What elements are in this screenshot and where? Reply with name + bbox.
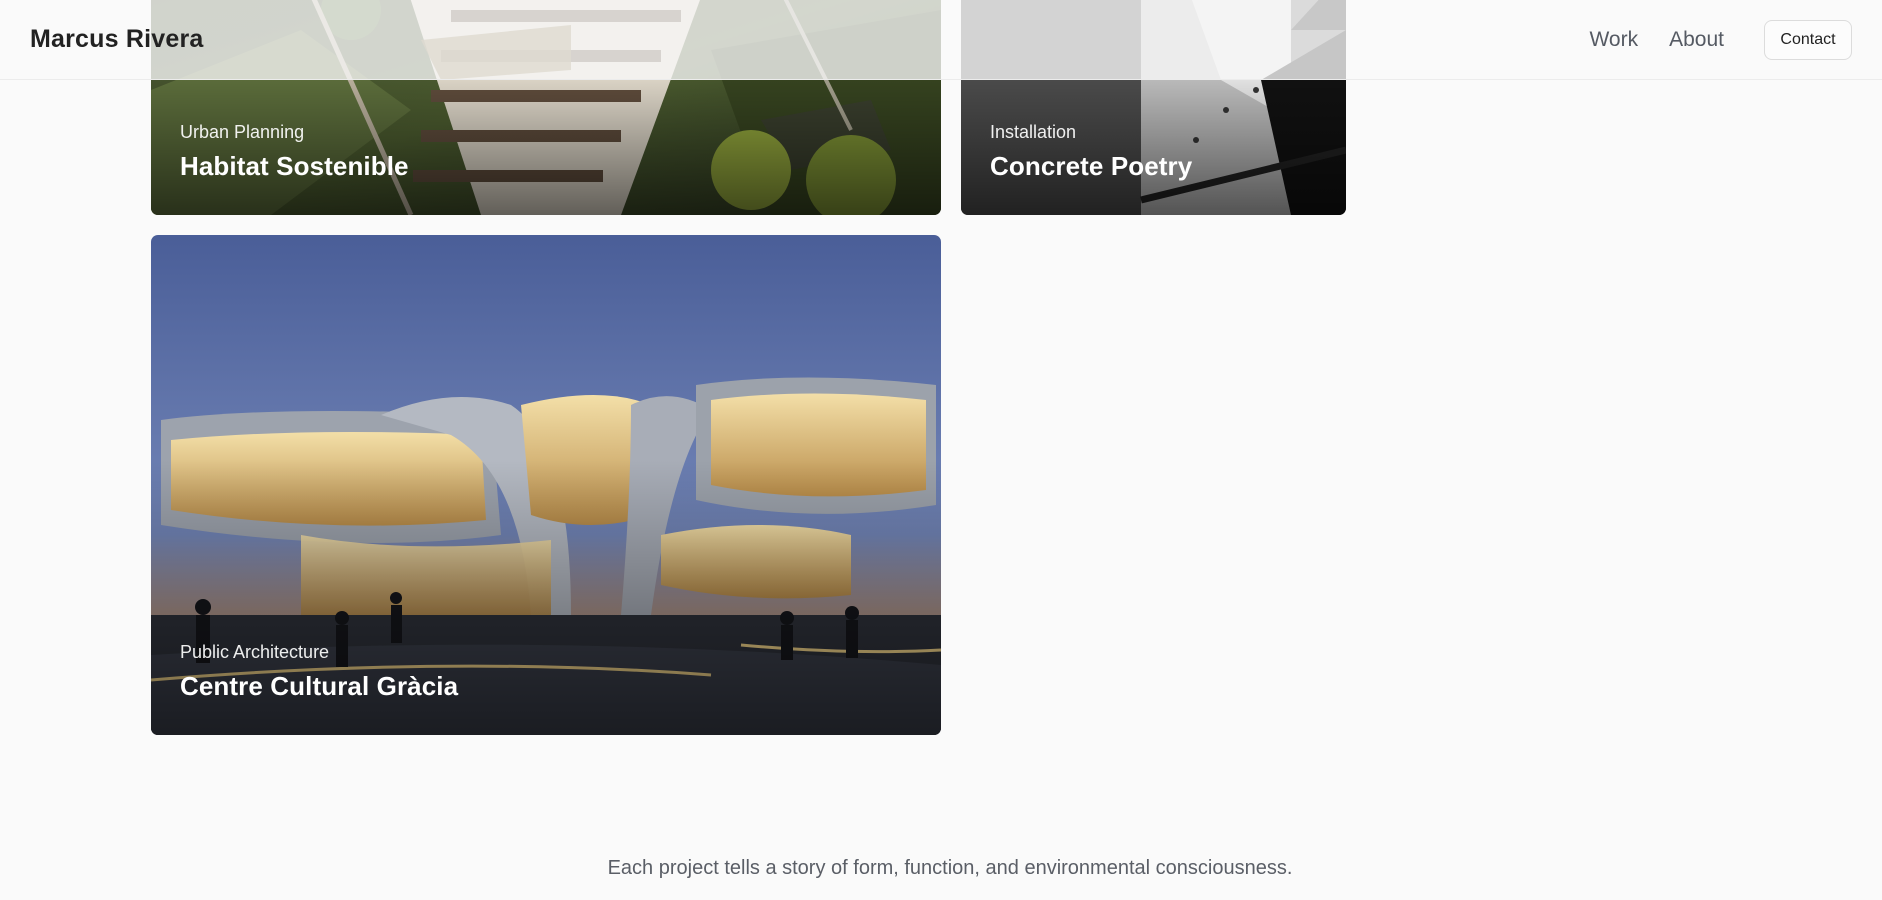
project-title: Habitat Sostenible xyxy=(180,151,409,181)
site-brand[interactable]: Marcus Rivera xyxy=(30,25,204,54)
footer-tagline: Each project tells a story of form, func… xyxy=(607,857,1293,879)
site-header: Marcus Rivera Work About Contact xyxy=(0,0,1882,80)
contact-button[interactable]: Contact xyxy=(1764,19,1852,60)
nav-link-work[interactable]: Work xyxy=(1589,28,1638,52)
project-card-centre-cultural-gracia[interactable]: Public Architecture Centre Cultural Gràc… xyxy=(151,235,941,735)
project-meta: Installation Concrete Poetry xyxy=(990,122,1192,182)
project-category: Public Architecture xyxy=(180,642,330,662)
project-meta: Public Architecture Centre Cultural Gràc… xyxy=(180,642,458,702)
nav-link-about[interactable]: About xyxy=(1669,28,1724,52)
project-category: Urban Planning xyxy=(180,122,305,142)
project-title: Centre Cultural Gràcia xyxy=(180,671,459,701)
project-category: Installation xyxy=(990,122,1077,142)
main-nav: Work About Contact xyxy=(1589,19,1852,60)
project-meta: Urban Planning Habitat Sostenible xyxy=(180,122,409,182)
project-title: Concrete Poetry xyxy=(990,151,1193,181)
portfolio-page: Urban Planning Habitat Sostenible Instal… xyxy=(0,0,1882,900)
